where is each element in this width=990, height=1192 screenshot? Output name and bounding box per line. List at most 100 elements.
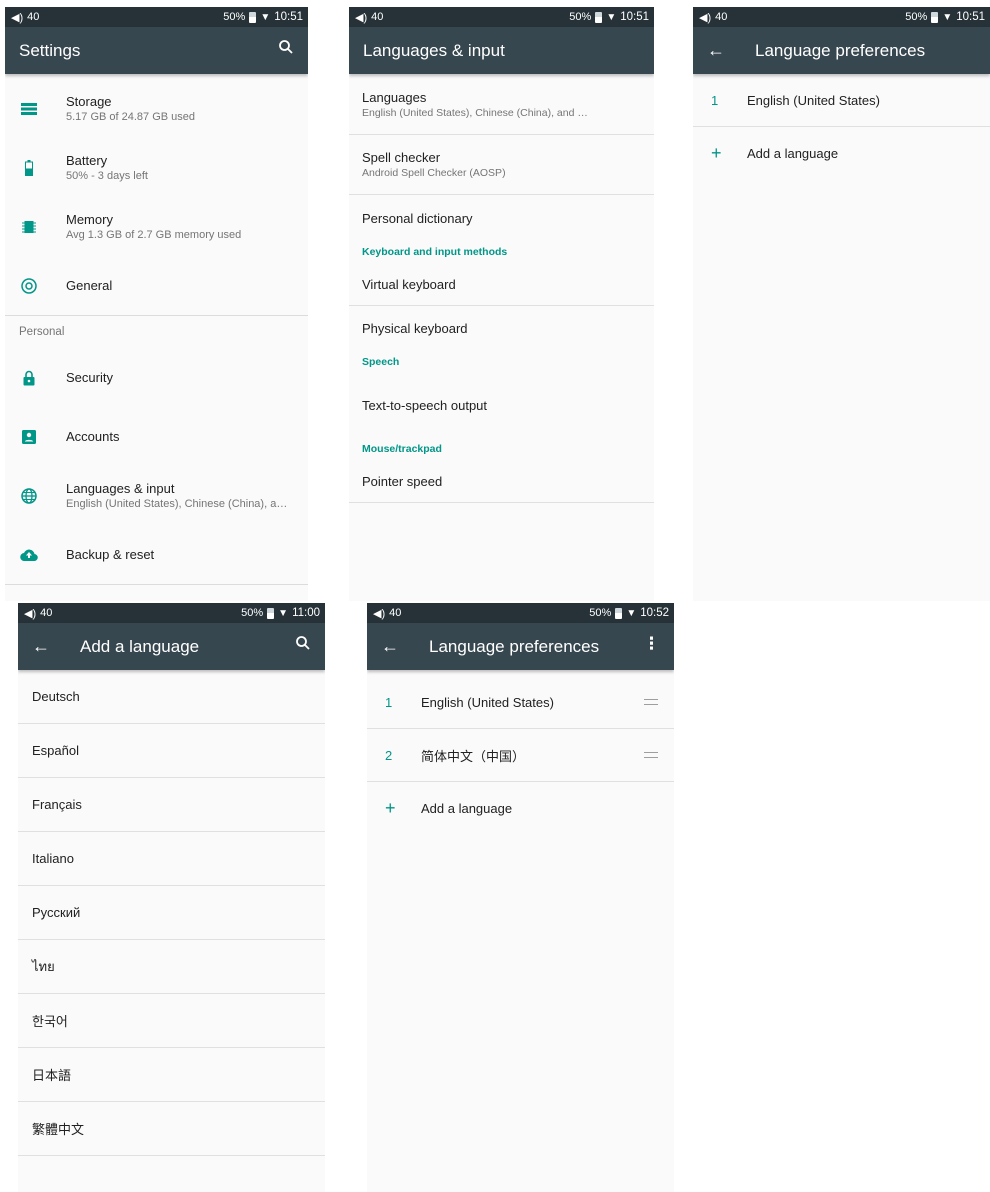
battery-status-icon (249, 11, 257, 23)
settings-item-security[interactable]: Security (5, 348, 308, 407)
settings-item-languages-input[interactable]: Languages & input English (United States)… (5, 466, 308, 525)
item-title: Languages (362, 89, 427, 105)
battery-percent: 50% (223, 11, 246, 23)
language-label: 简体中文（中国） (421, 748, 526, 764)
more-vert-icon[interactable]: ⋮ (643, 634, 660, 654)
volume-level: 40 (27, 11, 40, 23)
language-preferences-screen: ◀︎) 40 50% ▼ 10:51 ← Language preferences 1… (693, 7, 990, 601)
language-option[interactable]: 한국어 (18, 994, 325, 1048)
battery-percent: 50% (905, 11, 928, 23)
category-speech: Speech (362, 356, 400, 368)
pointer-speed-item[interactable]: Pointer speed (349, 460, 654, 503)
language-rank: 2 (385, 747, 393, 763)
language-option[interactable]: ไทย (18, 940, 325, 994)
clock: 10:52 (640, 607, 669, 619)
settings-item-subtitle: 5.17 GB of 24.87 GB used (66, 111, 196, 123)
app-bar: ← Add a language (18, 623, 325, 670)
page-title: Add a language (80, 636, 200, 656)
back-arrow-icon[interactable]: ← (381, 636, 415, 657)
language-option[interactable]: 日本語 (18, 1048, 325, 1102)
settings-item-accounts[interactable]: Accounts (5, 407, 308, 466)
drag-handle-icon[interactable] (644, 699, 658, 705)
cloud-upload-icon (19, 545, 39, 565)
drag-handle-icon[interactable] (644, 752, 658, 758)
settings-item-backup-reset[interactable]: Backup & reset (5, 525, 308, 584)
volume-icon: ◀︎) (11, 11, 24, 24)
settings-item-title: Memory (66, 212, 113, 227)
status-bar: ◀︎) 40 50% ▼ 11:00 (18, 603, 325, 623)
settings-item-title: Accounts (66, 429, 120, 444)
language-rank: 1 (711, 92, 719, 108)
search-icon[interactable] (295, 635, 311, 656)
status-bar: ◀︎) 40 50% ▼ 10:51 (5, 7, 308, 27)
volume-icon: ◀︎) (373, 607, 386, 620)
battery-percent: 50% (589, 607, 612, 619)
battery-percent: 50% (569, 11, 592, 23)
settings-item-general[interactable]: General (5, 256, 308, 315)
item-title: Spell checker (362, 150, 441, 165)
language-row[interactable]: 2 简体中文（中国） (367, 729, 674, 782)
language-option[interactable]: Français (18, 778, 325, 832)
wifi-icon: ▼ (626, 607, 637, 619)
personal-dictionary-item[interactable]: Personal dictionary (349, 195, 654, 241)
volume-level: 40 (371, 11, 384, 23)
general-icon (19, 276, 39, 296)
clock: 10:51 (956, 11, 985, 23)
wifi-icon: ▼ (260, 11, 271, 23)
language-option[interactable]: 繁體中文 (18, 1102, 325, 1156)
language-rank: 1 (385, 694, 393, 710)
language-preferences-screen-2: ◀︎) 40 50% ▼ 10:52 ← Language preferences ⋮… (367, 603, 674, 1192)
language-label: English (United States) (421, 694, 554, 710)
language-option[interactable]: Deutsch (18, 670, 325, 724)
page-title: Languages & input (363, 40, 505, 60)
virtual-keyboard-item[interactable]: Virtual keyboard (349, 263, 654, 306)
settings-item-title: Languages & input (66, 481, 175, 496)
settings-item-storage[interactable]: Storage 5.17 GB of 24.87 GB used (5, 79, 308, 138)
app-bar: ← Language preferences (693, 27, 990, 74)
clock: 10:51 (274, 11, 303, 23)
language-option[interactable]: Español (18, 724, 325, 778)
languages-item[interactable]: Languages English (United States), Chine… (349, 74, 654, 135)
status-bar: ◀︎) 40 50% ▼ 10:52 (367, 603, 674, 623)
add-language-label: Add a language (747, 146, 839, 161)
category-mouse: Mouse/trackpad (362, 443, 442, 455)
settings-item-subtitle: 50% - 3 days left (66, 170, 148, 182)
volume-icon: ◀︎) (355, 11, 368, 24)
battery-status-icon (595, 11, 603, 23)
category-keyboard: Keyboard and input methods (362, 246, 508, 258)
page-title: Language preferences (429, 636, 600, 656)
settings-screen: ◀︎) 40 50% ▼ 10:51 Settings Storage 5.17 GB … (5, 7, 308, 601)
search-icon[interactable] (278, 39, 294, 60)
battery-icon (19, 158, 39, 178)
clock: 10:51 (620, 11, 649, 23)
settings-item-subtitle: English (United States), Chinese (China)… (66, 498, 291, 510)
language-row[interactable]: 1 English (United States) (693, 74, 990, 127)
app-bar: ← Language preferences ⋮ (367, 623, 674, 670)
globe-icon (19, 486, 39, 506)
spell-checker-item[interactable]: Spell checker Android Spell Checker (AOS… (349, 135, 654, 195)
wifi-icon: ▼ (606, 11, 617, 23)
settings-item-title: Backup & reset (66, 547, 155, 562)
language-option[interactable]: Italiano (18, 832, 325, 886)
back-arrow-icon[interactable]: ← (707, 40, 741, 61)
settings-item-battery[interactable]: Battery 50% - 3 days left (5, 138, 308, 197)
add-language-button[interactable]: + Add a language (693, 127, 990, 180)
settings-item-title: Security (66, 370, 113, 385)
tts-output-item[interactable]: Text-to-speech output (349, 373, 654, 438)
storage-icon (19, 99, 39, 119)
lock-icon (19, 368, 39, 388)
volume-level: 40 (715, 11, 728, 23)
item-subtitle: Android Spell Checker (AOSP) (362, 167, 506, 179)
settings-item-memory[interactable]: Memory Avg 1.3 GB of 2.7 GB memory used (5, 197, 308, 256)
language-row[interactable]: 1 English (United States) (367, 676, 674, 729)
item-title: Personal dictionary (362, 210, 473, 226)
volume-level: 40 (40, 607, 53, 619)
back-arrow-icon[interactable]: ← (32, 636, 66, 657)
volume-icon: ◀︎) (699, 11, 712, 24)
status-bar: ◀︎) 40 50% ▼ 10:51 (693, 7, 990, 27)
page-title: Language preferences (755, 40, 926, 60)
language-option[interactable]: Русский (18, 886, 325, 940)
account-icon (19, 427, 39, 447)
add-language-button[interactable]: + Add a language (367, 782, 674, 835)
physical-keyboard-item[interactable]: Physical keyboard (349, 306, 654, 351)
